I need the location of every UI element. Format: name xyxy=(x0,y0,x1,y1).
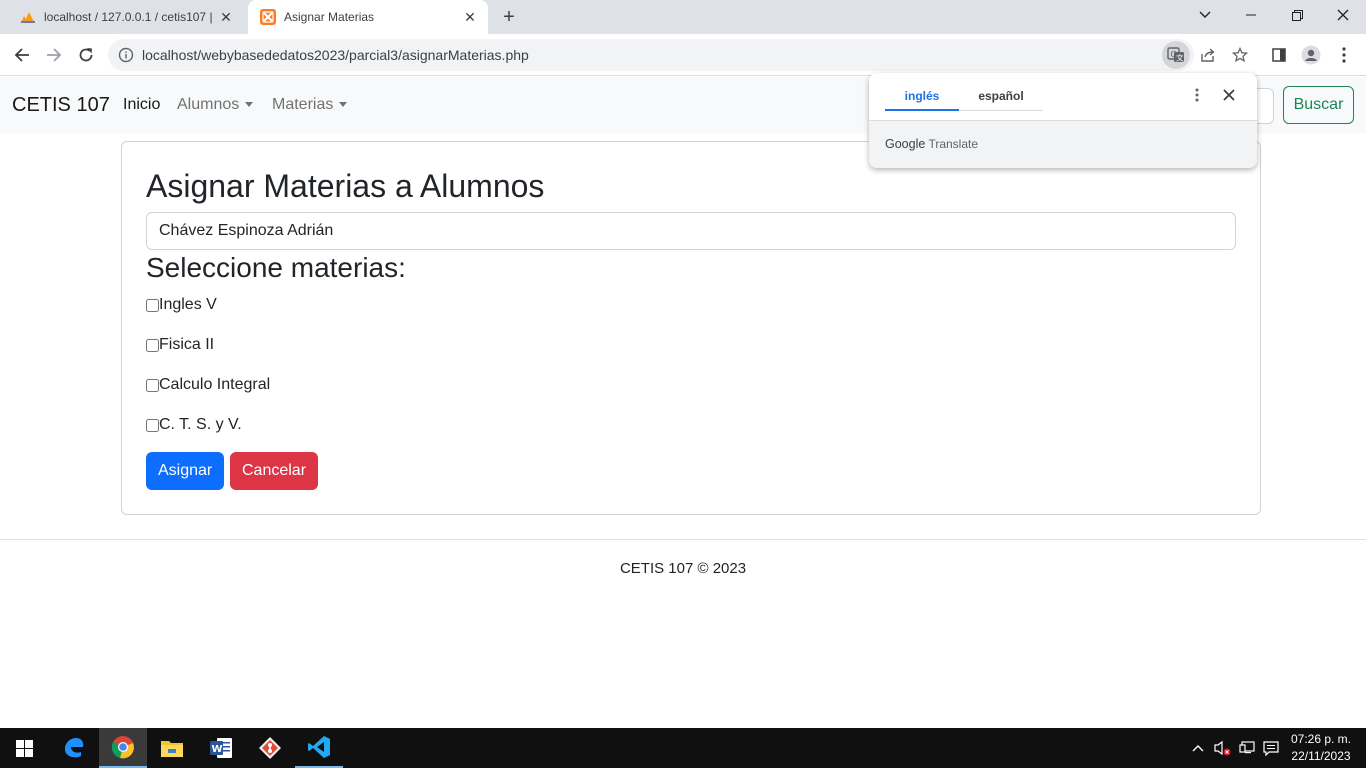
network-icon[interactable] xyxy=(1236,728,1258,768)
tab-title: Asignar Materias xyxy=(284,10,375,24)
nav-label: Materias xyxy=(272,96,334,113)
subject-checkbox[interactable] xyxy=(146,418,159,432)
windows-start-icon[interactable] xyxy=(0,728,48,768)
chrome-icon[interactable] xyxy=(99,728,147,768)
system-clock[interactable]: 07:26 p. m. 22/11/2023 xyxy=(1284,731,1358,765)
forward-arrow-icon[interactable] xyxy=(40,41,68,69)
more-options-icon[interactable] xyxy=(1187,85,1207,105)
browser-tabstrip: localhost / 127.0.0.1 / cetis107 | ✕ Asi… xyxy=(0,0,1366,34)
clock-time: 07:26 p. m. xyxy=(1290,732,1352,746)
tab-title: localhost / 127.0.0.1 / cetis107 | xyxy=(44,10,213,24)
google-wordmark: Google xyxy=(885,137,926,151)
xampp-icon xyxy=(260,9,276,25)
subject-checkbox[interactable] xyxy=(146,378,159,392)
subject-item[interactable]: Calculo Integral xyxy=(146,376,270,394)
tab-search-icon[interactable] xyxy=(1182,0,1228,30)
subject-label: Ingles V xyxy=(159,296,217,313)
minimize-icon[interactable] xyxy=(1228,0,1274,30)
svg-text:文: 文 xyxy=(1176,53,1184,63)
share-icon[interactable] xyxy=(1194,41,1222,69)
restore-icon[interactable] xyxy=(1274,0,1320,30)
side-panel-icon[interactable] xyxy=(1265,41,1293,69)
cancel-button[interactable]: Cancelar xyxy=(230,452,319,490)
vscode-icon[interactable] xyxy=(295,728,343,768)
translate-tab-source[interactable]: inglés xyxy=(885,89,959,103)
volume-muted-icon[interactable] xyxy=(1210,728,1234,768)
close-icon[interactable]: ✕ xyxy=(216,7,236,27)
translate-icon[interactable]: G文 xyxy=(1162,41,1190,69)
subjects-heading: Seleccione materias: xyxy=(146,252,406,283)
svg-text:W: W xyxy=(212,744,223,755)
reload-icon[interactable] xyxy=(72,41,100,69)
notifications-icon[interactable] xyxy=(1260,728,1282,768)
back-arrow-icon[interactable] xyxy=(8,41,36,69)
nav-alumnos-dropdown[interactable]: Alumnos xyxy=(177,96,254,114)
footer-text: CETIS 107 © 2023 xyxy=(619,560,747,577)
edge-icon[interactable] xyxy=(50,728,98,768)
chevron-up-icon[interactable] xyxy=(1188,728,1208,768)
close-icon[interactable]: ✕ xyxy=(460,7,480,27)
subject-checkbox[interactable] xyxy=(146,338,159,352)
subject-label: C. T. S. y V. xyxy=(159,416,242,433)
footer-divider xyxy=(0,539,1366,540)
windows-taskbar: W 07:26 p. m. 22/11/2023 xyxy=(0,728,1366,768)
nav-inicio[interactable]: Inicio xyxy=(123,96,160,114)
tab-phpmyadmin[interactable]: localhost / 127.0.0.1 / cetis107 | ✕ xyxy=(8,0,244,34)
translate-wordmark: Translate xyxy=(928,137,979,151)
profile-avatar-icon[interactable] xyxy=(1297,41,1325,69)
site-info-icon[interactable] xyxy=(118,47,134,63)
kebab-menu-icon[interactable] xyxy=(1330,41,1358,69)
subject-checkbox[interactable] xyxy=(146,298,159,312)
subject-item[interactable]: C. T. S. y V. xyxy=(146,416,242,434)
nav-label: Alumnos xyxy=(177,96,240,113)
file-explorer-icon[interactable] xyxy=(148,728,196,768)
address-bar[interactable]: localhost/webybasededatos2023/parcial3/a… xyxy=(108,39,1248,71)
page-title: Asignar Materias a Alumnos xyxy=(146,168,545,204)
nav-materias-dropdown[interactable]: Materias xyxy=(272,96,348,114)
active-tab-indicator xyxy=(885,109,959,111)
git-icon[interactable] xyxy=(246,728,294,768)
tab-divider xyxy=(959,110,1043,111)
new-tab-button[interactable]: + xyxy=(498,6,520,28)
browser-toolbar: localhost/webybasededatos2023/parcial3/a… xyxy=(0,34,1366,76)
translate-popup: inglés español Google Translate xyxy=(869,73,1257,168)
close-icon[interactable] xyxy=(1219,85,1239,105)
subject-item[interactable]: Fisica II xyxy=(146,336,214,354)
google-translate-logo: Google Translate xyxy=(885,137,978,151)
translate-tab-target[interactable]: español xyxy=(961,89,1041,103)
brand-logo[interactable]: CETIS 107 xyxy=(12,94,110,117)
nav-label: Inicio xyxy=(123,96,161,113)
search-button[interactable]: Buscar xyxy=(1283,86,1354,124)
subject-item[interactable]: Ingles V xyxy=(146,296,217,314)
subject-label: Fisica II xyxy=(159,336,215,353)
student-field[interactable] xyxy=(146,212,1236,250)
close-window-icon[interactable] xyxy=(1320,0,1366,30)
assign-subjects-card: Asignar Materias a Alumnos Seleccione ma… xyxy=(121,141,1261,515)
assign-button[interactable]: Asignar xyxy=(146,452,225,490)
phpmyadmin-icon xyxy=(20,9,36,25)
word-icon[interactable]: W xyxy=(197,728,245,768)
caret-down-icon xyxy=(245,102,254,108)
url-text: localhost/webybasededatos2023/parcial3/a… xyxy=(142,47,529,63)
tab-asignar-materias[interactable]: Asignar Materias ✕ xyxy=(248,0,488,34)
clock-date: 22/11/2023 xyxy=(1291,749,1351,763)
bookmark-star-icon[interactable] xyxy=(1226,41,1254,69)
caret-down-icon xyxy=(339,102,348,108)
subject-label: Calculo Integral xyxy=(159,376,271,393)
translate-footer: Google Translate xyxy=(869,120,1257,168)
